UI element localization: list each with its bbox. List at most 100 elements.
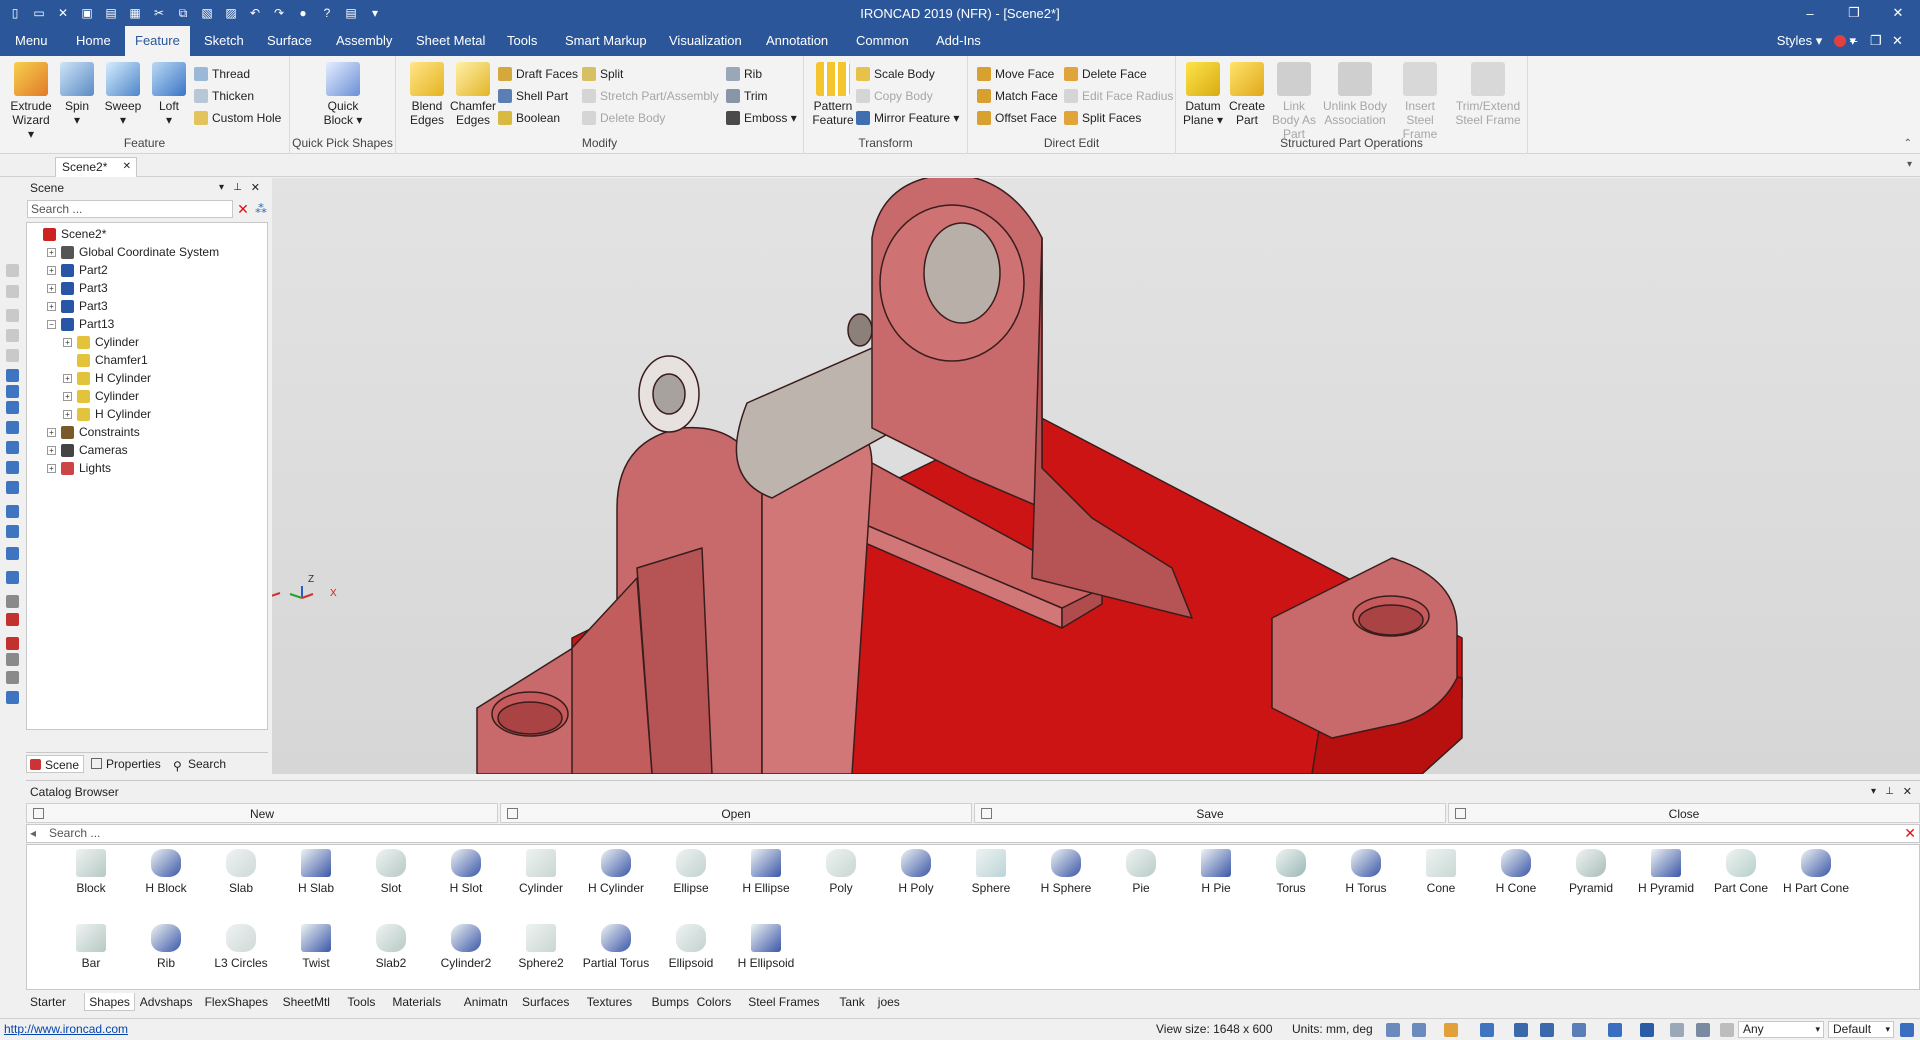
- tree-expander-icon[interactable]: −: [47, 319, 56, 329]
- catalog-item[interactable]: H Block: [129, 849, 203, 895]
- catalog-item[interactable]: H Ellipsoid: [729, 924, 803, 970]
- doc-tab-scene2[interactable]: Scene2* ✕: [55, 157, 137, 177]
- help-icon[interactable]: [1833, 35, 1846, 47]
- left-tool-icon[interactable]: [6, 525, 19, 538]
- new-icon[interactable]: ▯: [6, 4, 24, 22]
- filter-icon[interactable]: ⁂: [254, 201, 268, 217]
- left-tool-icon[interactable]: [6, 691, 19, 704]
- tree-expander-icon[interactable]: +: [47, 247, 56, 257]
- catalog-item[interactable]: Cylinder2: [429, 924, 503, 970]
- unlink-body-association-button[interactable]: Unlink Body Association: [1322, 62, 1388, 127]
- tab-assembly[interactable]: Assembly: [326, 26, 402, 56]
- tab-feature[interactable]: Feature: [125, 26, 190, 56]
- zoom-icon[interactable]: [1386, 1023, 1400, 1037]
- copy-icon[interactable]: ⧉: [174, 4, 192, 22]
- close-window-button[interactable]: ✕: [1876, 0, 1920, 26]
- delete-face-button[interactable]: Delete Face: [1064, 64, 1147, 84]
- window-icon[interactable]: ▤: [342, 4, 360, 22]
- close-icon[interactable]: ✕: [54, 4, 72, 22]
- catalog-close-button[interactable]: Close: [1448, 803, 1920, 823]
- zoom-all-icon[interactable]: [1412, 1023, 1426, 1037]
- catalog-tab[interactable]: Tank: [835, 993, 868, 1011]
- tab-properties[interactable]: Properties: [88, 755, 161, 773]
- catalog-item[interactable]: H Cone: [1479, 849, 1553, 895]
- catalog-item[interactable]: Part Cone: [1704, 849, 1778, 895]
- catalog-tab[interactable]: joes: [874, 993, 904, 1011]
- redo-icon[interactable]: ↷: [270, 4, 288, 22]
- ironcad-link[interactable]: http://www.ironcad.com: [4, 1019, 128, 1039]
- left-tool-icon[interactable]: [6, 637, 19, 650]
- print-icon[interactable]: ▦: [126, 4, 144, 22]
- view-orient-icon[interactable]: [1444, 1023, 1458, 1037]
- left-tool-icon[interactable]: [6, 329, 19, 342]
- mode-dropdown[interactable]: Default ▾: [1828, 1021, 1894, 1038]
- left-tool-icon[interactable]: [6, 505, 19, 518]
- catalog-tab[interactable]: Steel Frames: [744, 993, 823, 1011]
- catalog-tab[interactable]: SheetMtl: [279, 993, 334, 1011]
- catalog-item[interactable]: Ellipse: [654, 849, 728, 895]
- catalog-tab[interactable]: Textures: [583, 993, 636, 1011]
- catalog-tab[interactable]: Materials: [388, 993, 445, 1011]
- tree-item[interactable]: + Part3: [47, 297, 108, 315]
- tab-surface[interactable]: Surface: [257, 26, 322, 56]
- blend-edges-button[interactable]: Blend Edges: [404, 62, 450, 127]
- left-tool-icon[interactable]: [6, 401, 19, 414]
- tab-sheet-metal[interactable]: Sheet Metal: [406, 26, 495, 56]
- catalog-close-icon[interactable]: ✕: [1903, 781, 1912, 803]
- boolean-button[interactable]: Boolean: [498, 108, 560, 128]
- offset-face-button[interactable]: Offset Face: [977, 108, 1057, 128]
- catalog-item[interactable]: Poly: [804, 849, 878, 895]
- mirror-feature-button[interactable]: Mirror Feature ▾: [856, 108, 959, 128]
- left-tool-icon[interactable]: [6, 671, 19, 684]
- catalog-item[interactable]: Torus: [1254, 849, 1328, 895]
- left-tool-icon[interactable]: [6, 441, 19, 454]
- catalog-pin-icon[interactable]: ⊥: [1885, 781, 1894, 803]
- tree-item[interactable]: + H Cylinder: [63, 405, 151, 423]
- left-tool-icon[interactable]: [6, 285, 19, 298]
- panel-menu-icon[interactable]: ▾: [219, 178, 224, 198]
- tree-expander-icon[interactable]: +: [63, 391, 72, 401]
- save-icon[interactable]: ▤: [102, 4, 120, 22]
- catalog-item[interactable]: H Pyramid: [1629, 849, 1703, 895]
- styles-dropdown[interactable]: Styles ▾ ▾: [1777, 26, 1856, 56]
- shell-part-button[interactable]: Shell Part: [498, 86, 568, 106]
- tree-expander-icon[interactable]: +: [47, 283, 56, 293]
- catalog-item[interactable]: Pyramid: [1554, 849, 1628, 895]
- catalog-item[interactable]: H Slab: [279, 849, 353, 895]
- scene-search-input[interactable]: Search ...: [27, 200, 233, 218]
- custom-hole-button[interactable]: Custom Hole: [194, 108, 281, 128]
- left-tool-icon[interactable]: [6, 613, 19, 626]
- link-body-as-part-button[interactable]: Link Body As Part: [1268, 62, 1320, 141]
- tab-smart-markup[interactable]: Smart Markup: [555, 26, 657, 56]
- tree-expander-icon[interactable]: +: [47, 427, 56, 437]
- camera-icon[interactable]: [1572, 1023, 1586, 1037]
- tab-search[interactable]: ⚲ Search: [170, 755, 226, 773]
- catalog-item[interactable]: H Cylinder: [579, 849, 653, 895]
- lighting-icon[interactable]: [1608, 1023, 1622, 1037]
- trim-button[interactable]: Trim: [726, 86, 768, 106]
- display-mode-icon[interactable]: [1480, 1023, 1494, 1037]
- minimize-button[interactable]: –: [1788, 0, 1832, 26]
- tree-item[interactable]: + Cylinder: [63, 333, 139, 351]
- thicken-button[interactable]: Thicken: [194, 86, 254, 106]
- left-tool-icon[interactable]: [6, 385, 19, 398]
- datum-plane-button[interactable]: Datum Plane ▾: [1180, 62, 1226, 127]
- tab-menu[interactable]: Menu: [5, 26, 58, 56]
- edit-face-radius-button[interactable]: Edit Face Radius: [1064, 86, 1173, 106]
- bracket-assembly-model[interactable]: [272, 178, 1920, 774]
- tab-sketch[interactable]: Sketch: [194, 26, 254, 56]
- catalog-item[interactable]: Slot: [354, 849, 428, 895]
- catalog-item[interactable]: Partial Torus: [579, 924, 653, 970]
- inner-restore-button[interactable]: ❐: [1866, 26, 1886, 56]
- catalog-item[interactable]: Pie: [1104, 849, 1178, 895]
- 3d-viewport[interactable]: Z X: [272, 178, 1920, 774]
- catalog-item[interactable]: H Ellipse: [729, 849, 803, 895]
- insert-steel-frame-button[interactable]: Insert Steel Frame: [1390, 62, 1450, 141]
- catalog-search-input[interactable]: Search ...: [26, 824, 1920, 843]
- inner-minimize-button[interactable]: –: [1846, 26, 1861, 56]
- catalog-back-icon[interactable]: ◂: [30, 826, 36, 840]
- catalog-tab[interactable]: Tools: [343, 993, 379, 1011]
- snap-icon[interactable]: [1514, 1023, 1528, 1037]
- left-tool-icon[interactable]: [6, 264, 19, 277]
- measure-icon[interactable]: [1670, 1023, 1684, 1037]
